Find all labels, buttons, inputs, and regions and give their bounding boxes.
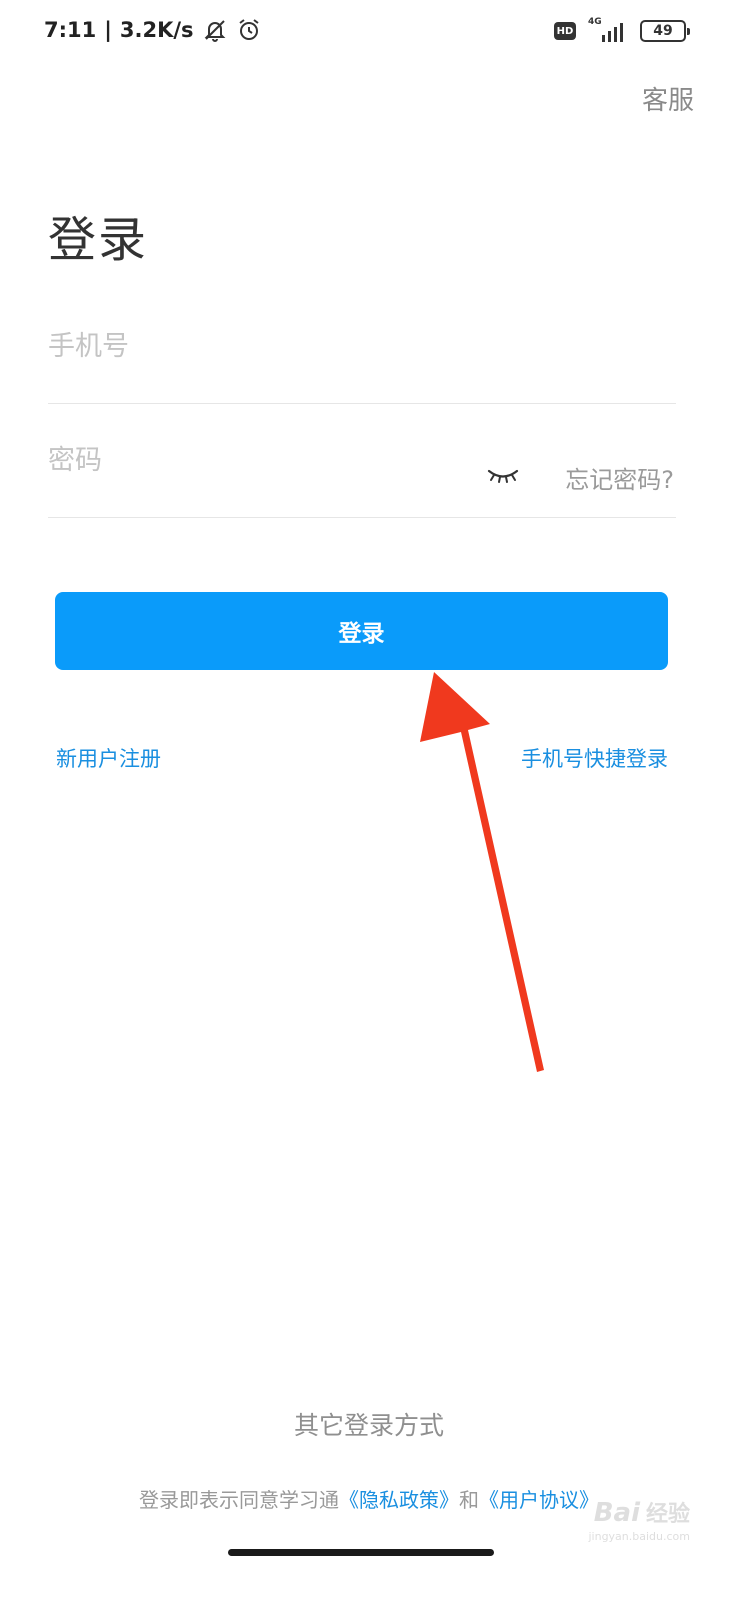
password-input[interactable] xyxy=(48,404,468,517)
signal-bars xyxy=(602,23,623,42)
status-right: HD 4G 49 xyxy=(554,17,690,43)
page-title: 登录 xyxy=(48,212,149,268)
register-link[interactable]: 新用户注册 xyxy=(56,743,161,773)
eye-closed-icon[interactable] xyxy=(486,466,520,486)
phone-input[interactable] xyxy=(48,290,668,403)
customer-service-link[interactable]: 客服 xyxy=(642,80,694,117)
forgot-password-link[interactable]: 忘记密码? xyxy=(565,460,674,495)
login-button[interactable]: 登录 xyxy=(55,592,668,670)
watermark-logo: Bai xyxy=(593,1498,640,1528)
status-divider: | xyxy=(104,18,112,42)
mute-icon xyxy=(204,20,225,42)
signal-icon: 4G xyxy=(588,17,628,43)
hd-icon: HD xyxy=(554,22,576,40)
agreement-prefix: 登录即表示同意学习通 xyxy=(139,1488,339,1512)
home-indicator[interactable] xyxy=(228,1549,494,1556)
watermark-site: jingyan.baidu.com xyxy=(588,1530,690,1543)
phone-field xyxy=(48,290,676,404)
agreement-and: 和 xyxy=(459,1488,479,1512)
status-net-speed: 3.2K/s xyxy=(119,18,194,42)
watermark-logo-suffix: 经验 xyxy=(645,1502,690,1527)
battery-level: 49 xyxy=(653,23,673,39)
status-time: 7:11 xyxy=(44,18,97,42)
privacy-policy-link[interactable]: 《隐私政策》 xyxy=(339,1488,459,1512)
battery-icon: 49 xyxy=(640,20,690,42)
status-left: 7:11 | 3.2K/s xyxy=(44,17,262,43)
status-bar: 7:11 | 3.2K/s HD 4G 49 xyxy=(0,0,738,64)
alarm-icon xyxy=(238,19,259,40)
user-agreement-link[interactable]: 《用户协议》 xyxy=(479,1488,599,1512)
password-field: 忘记密码? xyxy=(48,404,676,518)
baidu-watermark: Bai 经验 jingyan.baidu.com xyxy=(588,1496,690,1543)
other-login-link[interactable]: 其它登录方式 xyxy=(0,1406,738,1442)
quick-login-link[interactable]: 手机号快捷登录 xyxy=(521,743,668,773)
